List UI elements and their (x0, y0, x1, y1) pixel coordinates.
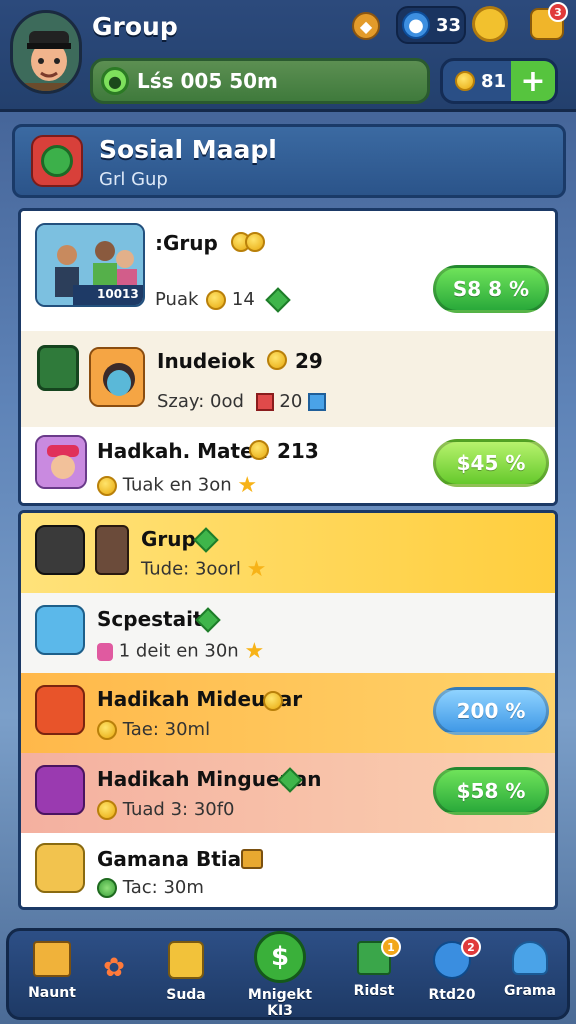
claim-button[interactable]: $45 % (433, 439, 549, 487)
nav-item-world[interactable]: 2 Rtd20 (407, 937, 497, 1003)
gem-icon: ● (402, 11, 430, 39)
medal-icon (35, 525, 85, 575)
list-item[interactable]: Gamana Btiarl Tac: 30m (21, 833, 555, 907)
player-avatar[interactable] (10, 10, 82, 94)
social-app-icon[interactable] (31, 135, 83, 187)
list-item-title: Gamana Btiarl (97, 847, 258, 871)
coin-icon (97, 475, 117, 496)
cube-icon (308, 393, 327, 411)
star-icon: ★ (237, 473, 258, 498)
star-icon: ★ (246, 557, 267, 582)
user-avatar (95, 525, 129, 575)
coin-icon (97, 800, 117, 820)
page-title: Group (92, 12, 178, 41)
group-picture-caption: 10013 (97, 287, 139, 301)
claim-button[interactable]: $58 % (433, 767, 549, 815)
notification-badge: 1 (381, 937, 401, 957)
nav-item-community[interactable]: Grama (485, 941, 575, 999)
social-header-card: Sosial Maapl Grl Gup (12, 124, 566, 198)
list-item[interactable]: Hadikah Mingueuan Tuad 3: 30f0 $58 % (21, 753, 555, 833)
search-icon: ● (101, 67, 129, 95)
gem-counter[interactable]: ● 33 (396, 6, 466, 44)
nav-item-money[interactable]: $ Mnigekt KI3 (235, 931, 325, 1019)
list-item[interactable]: Grup Tude: 3oorl ★ (21, 513, 555, 593)
bottom-navigation: Naunt ✿ Suda $ Mnigekt KI3 1 Ridst 2 Rtd… (6, 928, 570, 1020)
shield-icon[interactable]: ◆ (352, 12, 380, 40)
paw-icon: ✿ (103, 953, 125, 983)
coin-icon (206, 290, 227, 310)
notification-badge: 3 (548, 2, 568, 22)
nav-item-rewards[interactable]: 1 Ridst (329, 937, 419, 999)
notification-badge: 2 (461, 937, 481, 957)
list-item[interactable]: Inudeiok 29 Szay: 0od 20 (21, 331, 555, 427)
gold-amount: 81 (481, 70, 507, 92)
user-avatar (35, 435, 87, 489)
nav-item-shop[interactable]: Suda (141, 941, 231, 1003)
gem-icon (264, 287, 291, 313)
list-item-title: :Grup (155, 231, 218, 255)
gold-balance[interactable]: 81 + (440, 58, 558, 104)
people-icon (512, 941, 548, 975)
coin-icon (263, 691, 283, 711)
coin-icon (231, 231, 265, 252)
list-item-subtitle: Tuad 3: 30f0 (97, 799, 235, 820)
coin-icon (267, 349, 287, 370)
gem-count: 33 (436, 14, 462, 36)
star-icon: ★ (244, 639, 265, 664)
list-item-subtitle: Tuak en 3on ★ (97, 473, 257, 498)
add-gold-button[interactable]: + (511, 61, 555, 101)
gift-icon (255, 393, 274, 411)
group-list-panel: 10013 :Grup Puak 14 S8 8 % Inudeiok 29 S… (18, 208, 558, 506)
list-item-subtitle: Puak 14 (155, 287, 291, 313)
user-avatar (89, 347, 145, 407)
potion-icon (97, 642, 113, 661)
list-item-title: Hadkah. Maten (97, 439, 268, 463)
tools-icon (35, 605, 85, 655)
gift-box-icon (35, 765, 85, 815)
house-icon (33, 941, 71, 977)
gem-icon (193, 527, 219, 553)
list-item-value: 213 (277, 439, 319, 463)
list-item[interactable]: Hadikah Mideuaar Tae: 30ml 200 % (21, 673, 555, 753)
list-item-subtitle: Tac: 30m (97, 877, 204, 898)
search-field[interactable]: ● Lśs 005 50m (90, 58, 430, 104)
chest-icon (241, 849, 263, 869)
list-item-title: Inudeiok (157, 349, 255, 373)
search-text: Lśs 005 50m (137, 69, 278, 93)
list-item-subtitle: Tude: 3oorl ★ (141, 557, 267, 582)
list-item[interactable]: Scpestait 1 deit en 30n ★ (21, 593, 555, 673)
coin-icon (97, 720, 117, 740)
header-subtitle: Grl Gup (99, 169, 168, 190)
group-picture: 10013 (35, 223, 145, 307)
list-item-title: Scpestait (97, 607, 203, 631)
user-avatar (35, 843, 85, 893)
list-item[interactable]: 10013 :Grup Puak 14 S8 8 % (21, 211, 555, 331)
gift-button[interactable]: 3 (530, 2, 568, 40)
coin-icon (455, 71, 475, 91)
claim-button[interactable]: S8 8 % (433, 265, 549, 313)
list-item-title: Grup (141, 527, 196, 551)
list-item-subtitle: 1 deit en 30n ★ (97, 639, 264, 664)
claim-button[interactable]: 200 % (433, 687, 549, 735)
chest-icon (168, 941, 204, 979)
coin-icon (97, 878, 117, 898)
money-icon: $ (254, 931, 306, 983)
list-item[interactable]: Hadkah. Maten 213 Tuak en 3on ★ $45 % (21, 427, 555, 503)
coin-icon (249, 439, 269, 460)
list-item-subtitle: Tae: 30ml (97, 719, 210, 740)
list-item-subtitle: Szay: 0od 20 (157, 391, 327, 412)
header-title: Sosial Maapl (99, 135, 277, 164)
gold-coin-icon[interactable] (472, 6, 508, 42)
gift-box-icon (35, 685, 85, 735)
group-list-panel-2: Grup Tude: 3oorl ★ Scpestait 1 deit en 3… (18, 510, 558, 910)
top-bar: Group ◆ ● 33 3 ● Lśs 005 50m 81 + (0, 0, 576, 112)
list-item-value: 29 (295, 349, 323, 373)
shield-badge-icon (37, 345, 79, 391)
